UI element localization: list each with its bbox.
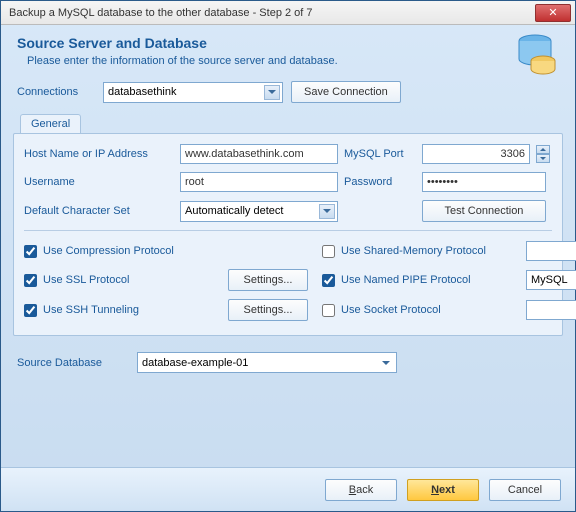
header-section: Source Server and Database Please enter … bbox=[1, 25, 575, 75]
spinner-down-icon[interactable] bbox=[536, 154, 550, 163]
options-grid: Use Compression Protocol Use Shared-Memo… bbox=[24, 241, 552, 321]
username-input[interactable] bbox=[180, 172, 338, 192]
chevron-down-icon bbox=[319, 204, 335, 219]
source-database-row: Source Database database-example-01 bbox=[1, 336, 575, 373]
back-button[interactable]: Back bbox=[325, 479, 397, 501]
wizard-window: Backup a MySQL database to the other dat… bbox=[0, 0, 576, 512]
username-label: Username bbox=[24, 176, 174, 188]
window-title: Backup a MySQL database to the other dat… bbox=[5, 7, 535, 19]
password-input[interactable] bbox=[422, 172, 546, 192]
save-connection-button[interactable]: Save Connection bbox=[291, 81, 401, 103]
named-pipe-input[interactable] bbox=[526, 270, 576, 290]
test-connection-button[interactable]: Test Connection bbox=[422, 200, 546, 222]
connections-dropdown[interactable]: databasethink bbox=[103, 82, 283, 103]
general-panel: General Host Name or IP Address MySQL Po… bbox=[13, 133, 563, 336]
connections-label: Connections bbox=[17, 86, 95, 98]
port-spinner[interactable] bbox=[536, 145, 550, 163]
charset-label: Default Character Set bbox=[24, 205, 174, 217]
page-title: Source Server and Database bbox=[17, 35, 559, 51]
source-database-label: Source Database bbox=[17, 357, 127, 369]
compression-checkbox[interactable]: Use Compression Protocol bbox=[24, 245, 224, 258]
chevron-down-icon bbox=[378, 355, 394, 370]
ssl-checkbox[interactable]: Use SSL Protocol bbox=[24, 274, 224, 287]
host-input[interactable] bbox=[180, 144, 338, 164]
chevron-down-icon bbox=[264, 85, 280, 100]
close-button[interactable]: ✕ bbox=[535, 4, 571, 22]
close-icon: ✕ bbox=[548, 6, 557, 19]
socket-checkbox[interactable]: Use Socket Protocol bbox=[322, 304, 522, 317]
page-subtitle: Please enter the information of the sour… bbox=[17, 55, 559, 67]
tab-general[interactable]: General bbox=[20, 114, 81, 133]
connections-row: Connections databasethink Save Connectio… bbox=[1, 75, 575, 113]
tab-bar: General bbox=[20, 114, 81, 133]
host-label: Host Name or IP Address bbox=[24, 148, 174, 160]
password-label: Password bbox=[344, 176, 416, 188]
spinner-up-icon[interactable] bbox=[536, 145, 550, 154]
connections-value: databasethink bbox=[108, 86, 177, 98]
ssh-checkbox[interactable]: Use SSH Tunneling bbox=[24, 304, 224, 317]
ssh-settings-button[interactable]: Settings... bbox=[228, 299, 308, 321]
charset-value: Automatically detect bbox=[185, 205, 283, 217]
shared-memory-input[interactable] bbox=[526, 241, 576, 261]
next-button[interactable]: Next bbox=[407, 479, 479, 501]
wizard-footer: Back Next Cancel bbox=[1, 467, 575, 511]
charset-dropdown[interactable]: Automatically detect bbox=[180, 201, 338, 222]
database-icon bbox=[513, 31, 557, 75]
port-input[interactable] bbox=[422, 144, 530, 164]
host-row: Host Name or IP Address MySQL Port bbox=[24, 144, 552, 164]
source-database-dropdown[interactable]: database-example-01 bbox=[137, 352, 397, 373]
titlebar: Backup a MySQL database to the other dat… bbox=[1, 1, 575, 25]
divider bbox=[24, 230, 552, 231]
source-database-value: database-example-01 bbox=[142, 357, 248, 369]
shared-memory-checkbox[interactable]: Use Shared-Memory Protocol bbox=[322, 245, 522, 258]
ssl-settings-button[interactable]: Settings... bbox=[228, 269, 308, 291]
port-label: MySQL Port bbox=[344, 148, 416, 160]
named-pipe-checkbox[interactable]: Use Named PIPE Protocol bbox=[322, 274, 522, 287]
user-row: Username Password bbox=[24, 172, 552, 192]
cancel-button[interactable]: Cancel bbox=[489, 479, 561, 501]
socket-input[interactable] bbox=[526, 300, 576, 320]
charset-row: Default Character Set Automatically dete… bbox=[24, 200, 552, 222]
